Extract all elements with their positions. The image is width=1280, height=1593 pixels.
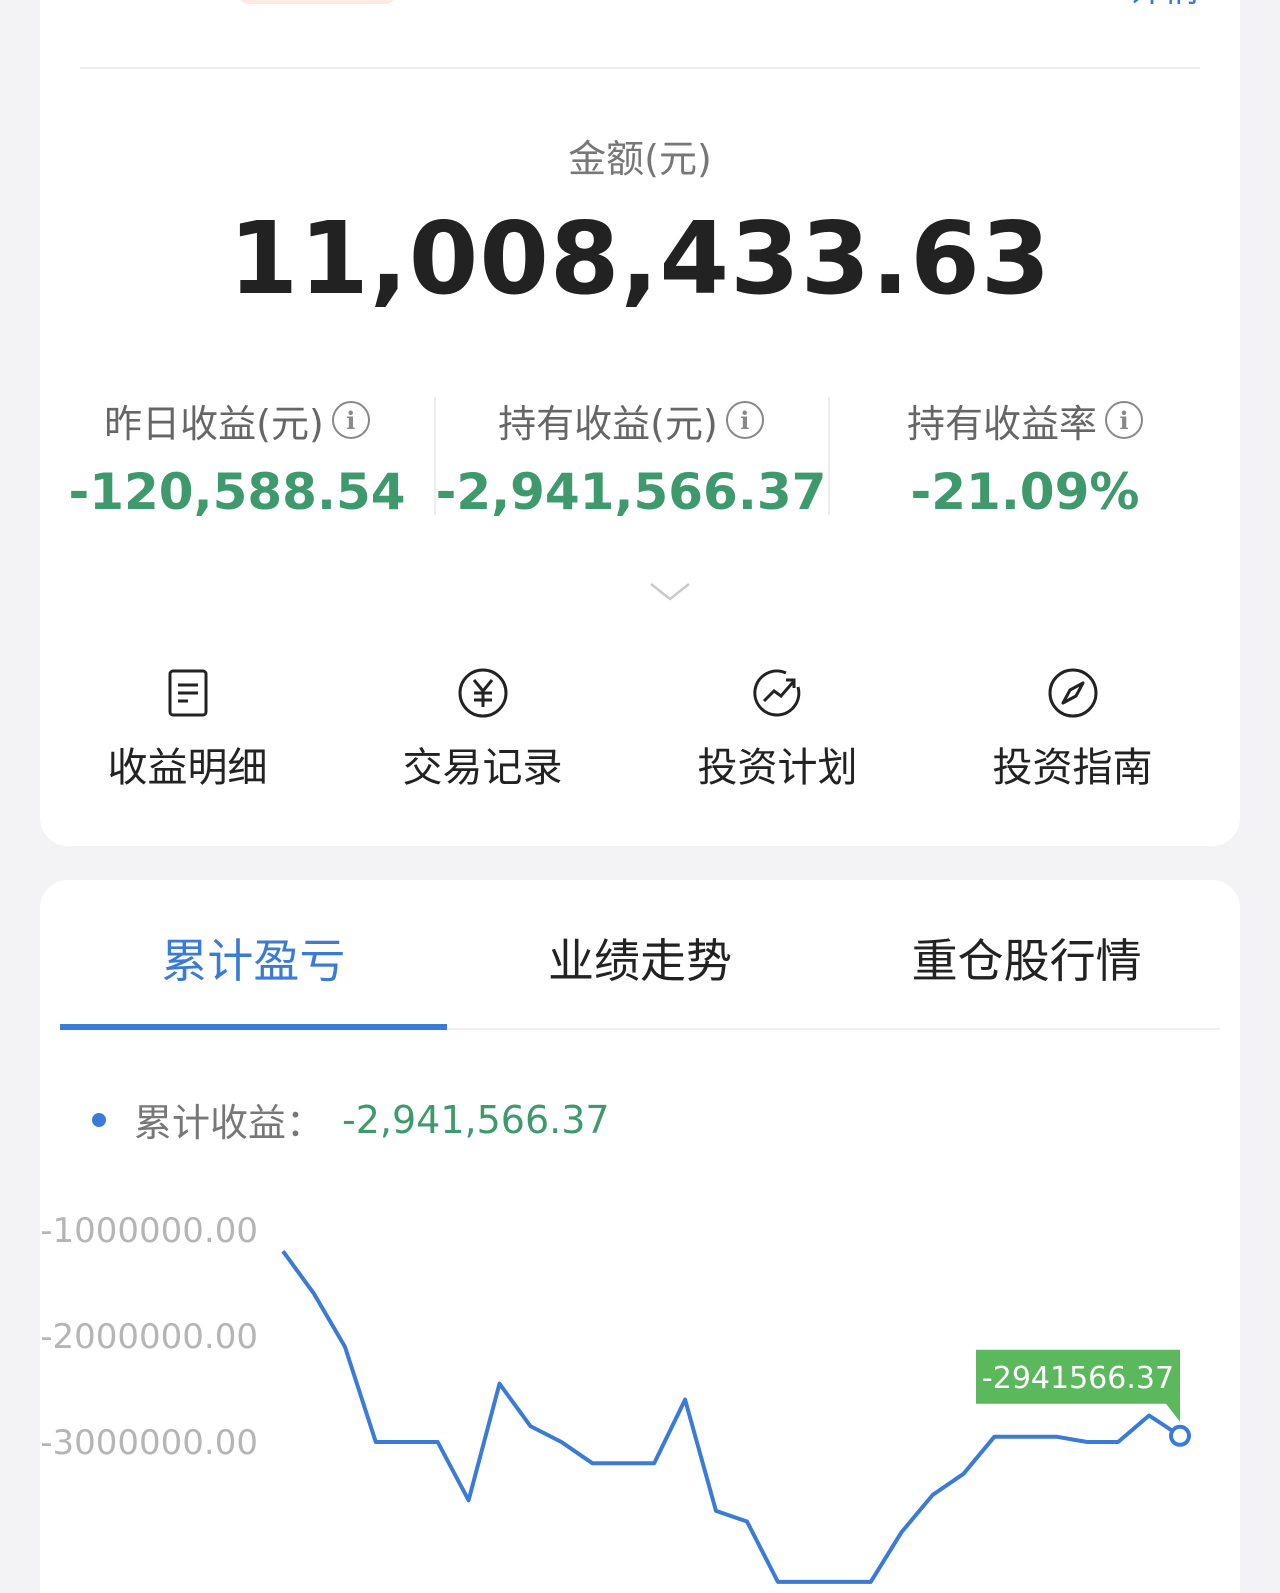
- shortcut-label: 投资计划: [697, 745, 858, 791]
- legend-label: 累计收益：: [134, 1101, 325, 1145]
- tab-performance-trend[interactable]: 业绩走势: [447, 880, 834, 1028]
- stat-value: -120,588.54: [68, 463, 406, 521]
- tooltip-value: -2941566.37: [982, 1361, 1174, 1396]
- stat-label: 持有收益(元): [498, 401, 718, 446]
- chevron-down-icon[interactable]: [649, 582, 691, 602]
- yuan-icon: [458, 668, 507, 718]
- account-summary-card: 详情 金额(元) 11,008,433.63 昨日收益(元) i -120,58…: [40, 0, 1240, 846]
- shortcut-label: 收益明细: [107, 745, 268, 791]
- tab-top-holdings[interactable]: 重仓股行情: [833, 880, 1220, 1028]
- shortcut-income-detail[interactable]: 收益明细: [40, 665, 335, 793]
- stat-label: 持有收益率: [906, 401, 1097, 446]
- info-icon[interactable]: i: [1105, 401, 1143, 439]
- compass-icon: [1048, 668, 1097, 718]
- y-tick-label: -2000000.00: [40, 1317, 258, 1357]
- stat-holding-income: 持有收益(元) i -2,941,566.37: [434, 395, 828, 525]
- stat-value: -21.09%: [910, 463, 1140, 521]
- last-point-marker[interactable]: [1169, 1424, 1191, 1447]
- stat-yesterday-income: 昨日收益(元) i -120,588.54: [40, 395, 434, 525]
- stats-row: 昨日收益(元) i -120,588.54 持有收益(元) i -2,941,5…: [40, 395, 1240, 525]
- shortcut-label: 投资指南: [992, 745, 1153, 791]
- amount-label: 金额(元): [568, 137, 712, 181]
- shortcut-investment-guide[interactable]: 投资指南: [925, 665, 1220, 793]
- divider: [80, 67, 1200, 69]
- tab-bar: 累计盈亏 业绩走势 重仓股行情: [60, 880, 1220, 1030]
- series-line: [281, 1250, 1182, 1584]
- chart-legend: 累计收益： -2,941,566.37: [92, 1092, 610, 1147]
- info-icon[interactable]: i: [331, 401, 370, 439]
- shortcut-row: 收益明细 交易记录 投资计划 投资指南: [40, 665, 1240, 793]
- tab-cumulative-pnl[interactable]: 累计盈亏: [60, 880, 447, 1030]
- performance-card: 累计盈亏 业绩走势 重仓股行情 累计收益： -2,941,566.37 -100…: [40, 880, 1240, 1593]
- info-icon[interactable]: i: [725, 401, 764, 439]
- amount-value: 11,008,433.63: [228, 200, 1052, 317]
- stat-holding-rate: 持有收益率 i -21.09%: [828, 395, 1222, 525]
- trend-icon: [752, 669, 800, 717]
- y-tick-label: -3000000.00: [40, 1423, 258, 1463]
- shortcut-trade-records[interactable]: 交易记录: [335, 665, 630, 793]
- cumulative-pnl-chart[interactable]: -1000000.00 -2000000.00 -3000000.00 -294156…: [40, 1180, 1240, 1593]
- legend-value: -2,941,566.37: [342, 1097, 610, 1142]
- y-tick-label: -1000000.00: [40, 1211, 258, 1251]
- legend-dot: [92, 1112, 106, 1127]
- stat-value: -2,941,566.37: [435, 463, 827, 521]
- top-badge: [240, 0, 395, 4]
- document-icon: [168, 669, 207, 717]
- stat-label: 昨日收益(元): [104, 401, 324, 446]
- shortcut-label: 交易记录: [402, 745, 563, 791]
- details-link[interactable]: 详情: [1128, 0, 1200, 4]
- shortcut-investment-plan[interactable]: 投资计划: [630, 665, 925, 793]
